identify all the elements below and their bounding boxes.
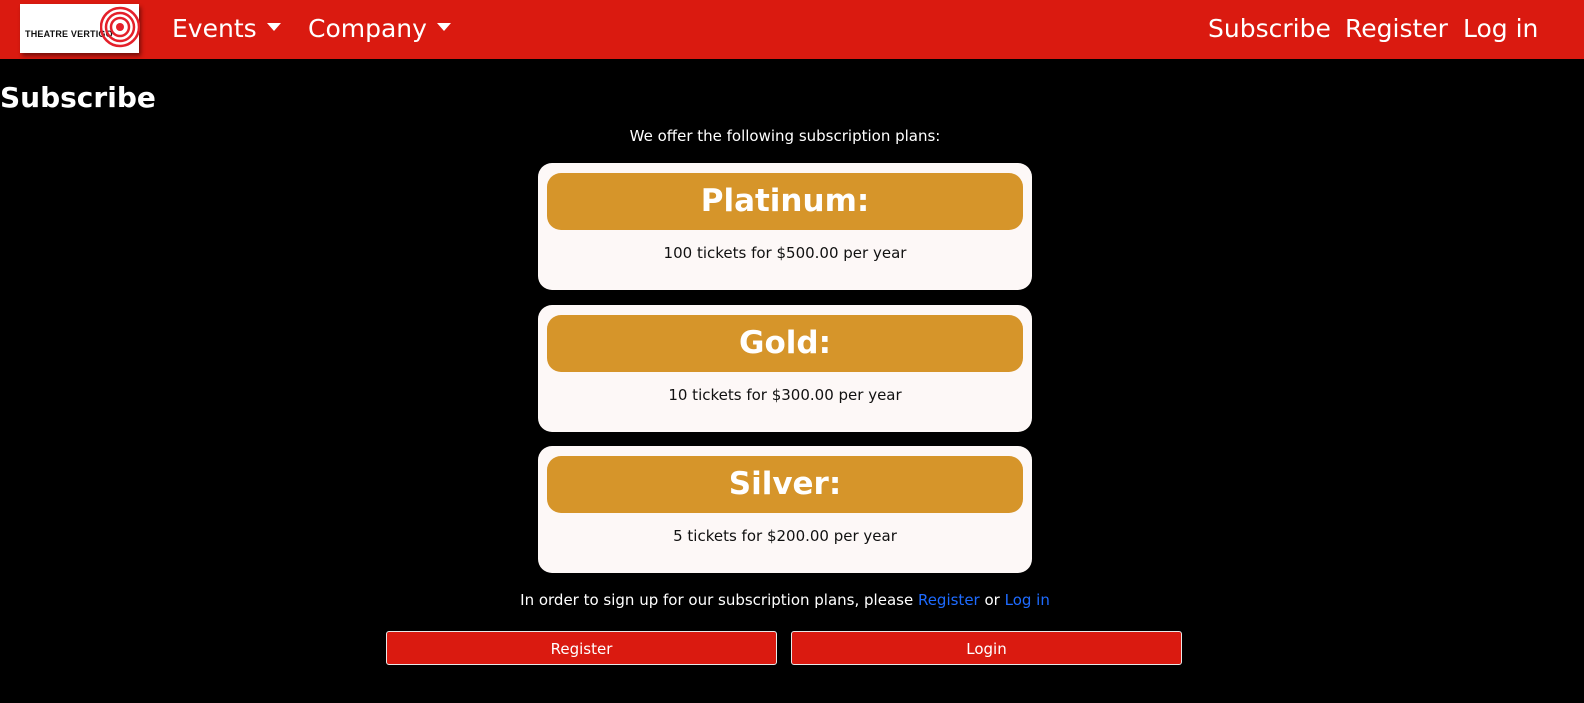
plans-intro-text: We offer the following subscription plan… [629, 127, 941, 145]
signup-or-text: or [979, 591, 1005, 609]
plan-card-platinum: Platinum: 100 tickets for $500.00 per ye… [538, 163, 1032, 290]
page-title: Subscribe [0, 81, 156, 114]
chevron-down-icon [266, 23, 281, 31]
plan-name: Platinum: [547, 173, 1023, 230]
nav-login-link[interactable]: Log in [1463, 14, 1538, 44]
signup-login-link[interactable]: Log in [1005, 591, 1050, 609]
signup-instructions: In order to sign up for our subscription… [0, 590, 1570, 610]
register-button[interactable]: Register [386, 631, 777, 665]
plan-description: 10 tickets for $300.00 per year [668, 386, 902, 404]
events-label: Events [172, 14, 257, 43]
plan-card-silver: Silver: 5 tickets for $200.00 per year [538, 446, 1032, 573]
plan-card-gold: Gold: 10 tickets for $300.00 per year [538, 305, 1032, 432]
company-label: Company [308, 14, 427, 43]
events-dropdown[interactable]: Events [172, 14, 281, 44]
spiral-logo-icon [100, 6, 140, 48]
top-navbar: THEATRE VERTIGO Events Company Subscribe… [0, 0, 1584, 59]
signup-register-link[interactable]: Register [918, 591, 980, 609]
nav-register-link[interactable]: Register [1345, 14, 1448, 44]
nav-subscribe-link[interactable]: Subscribe [1208, 14, 1331, 44]
signup-text: In order to sign up for our subscription… [520, 591, 918, 609]
plan-name: Gold: [547, 315, 1023, 372]
theatre-vertigo-logo[interactable]: THEATRE VERTIGO [20, 4, 140, 53]
company-dropdown[interactable]: Company [308, 14, 451, 44]
login-button[interactable]: Login [791, 631, 1182, 665]
plan-description: 100 tickets for $500.00 per year [663, 244, 907, 262]
plan-name: Silver: [547, 456, 1023, 513]
chevron-down-icon [436, 23, 451, 31]
plan-description: 5 tickets for $200.00 per year [673, 527, 897, 545]
